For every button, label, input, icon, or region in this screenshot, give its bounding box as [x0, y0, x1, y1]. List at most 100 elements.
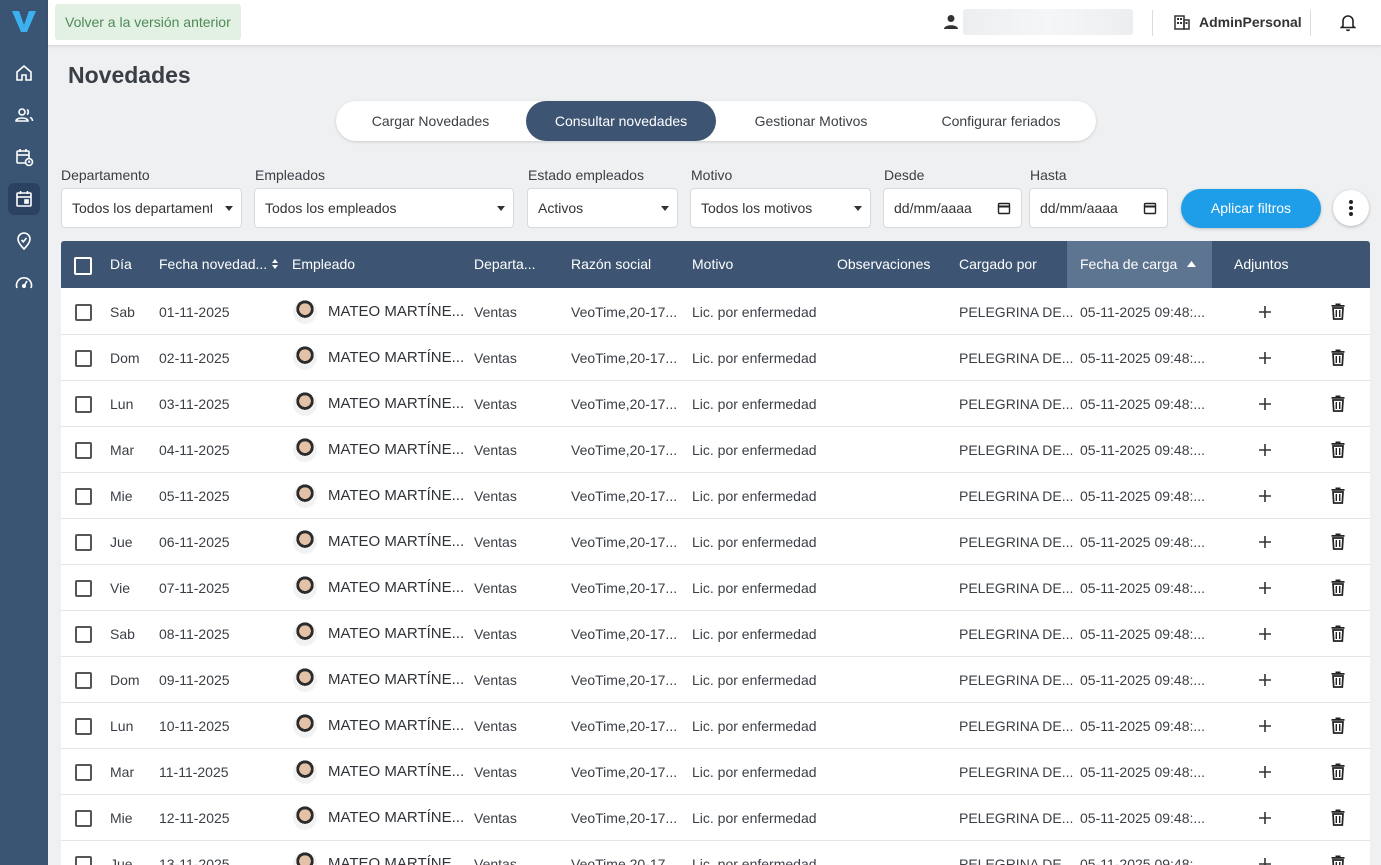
add-attachment-icon[interactable]	[1257, 810, 1273, 826]
add-attachment-icon[interactable]	[1257, 396, 1273, 412]
table-row[interactable]: Mar 11-11-2025 MATEO MARTÍNE... Ventas VeoTi…	[61, 749, 1370, 795]
cell-cargado-por: PELEGRINA DE...	[959, 442, 1074, 458]
add-attachment-icon[interactable]	[1257, 718, 1273, 734]
nav-dashboard[interactable]	[8, 267, 40, 299]
header-empleado[interactable]: Empleado	[292, 241, 355, 288]
table-row[interactable]: Lun 03-11-2025 MATEO MARTÍNE... Ventas VeoTi…	[61, 381, 1370, 427]
row-checkbox[interactable]	[75, 672, 92, 689]
row-checkbox[interactable]	[75, 856, 92, 865]
row-checkbox[interactable]	[75, 488, 92, 505]
table-row[interactable]: Jue 06-11-2025 MATEO MARTÍNE... Ventas VeoTi…	[61, 519, 1370, 565]
cell-fecha: 06-11-2025	[159, 534, 230, 550]
add-attachment-icon[interactable]	[1257, 764, 1273, 780]
row-checkbox[interactable]	[75, 810, 92, 827]
add-attachment-icon[interactable]	[1257, 442, 1273, 458]
header-observaciones[interactable]: Observaciones	[837, 241, 930, 288]
cell-fecha-carga: 05-11-2025 09:48:...	[1080, 580, 1206, 596]
nav-schedule[interactable]	[8, 141, 40, 173]
table-header: Día Fecha novedad... Empleado Departa...…	[61, 241, 1370, 288]
header-cargado-por[interactable]: Cargado por	[959, 241, 1037, 288]
cell-departamento: Ventas	[474, 856, 517, 865]
header-motivo[interactable]: Motivo	[692, 241, 733, 288]
row-checkbox[interactable]	[75, 534, 92, 551]
motivo-select[interactable]: Todos los motivos	[690, 188, 871, 228]
row-checkbox[interactable]	[75, 396, 92, 413]
header-razon-social[interactable]: Razón social	[571, 241, 651, 288]
company-selector[interactable]: AdminPersonal	[1199, 14, 1302, 30]
trash-icon[interactable]	[1330, 486, 1346, 504]
table-row[interactable]: Sab 08-11-2025 MATEO MARTÍNE... Ventas VeoTi…	[61, 611, 1370, 657]
departamento-select[interactable]: Todos los departamentos	[61, 188, 242, 228]
row-checkbox[interactable]	[75, 580, 92, 597]
table-row[interactable]: Vie 07-11-2025 MATEO MARTÍNE... Ventas VeoTi…	[61, 565, 1370, 611]
header-departamento[interactable]: Departa...	[474, 241, 535, 288]
tab-cargar-novedades[interactable]: Cargar Novedades	[336, 101, 525, 141]
trash-icon[interactable]	[1330, 808, 1346, 826]
tab-gestionar-motivos[interactable]: Gestionar Motivos	[716, 101, 906, 141]
trash-icon[interactable]	[1330, 716, 1346, 734]
bell-icon[interactable]	[1338, 12, 1358, 32]
table-row[interactable]: Mar 04-11-2025 MATEO MARTÍNE... Ventas VeoTi…	[61, 427, 1370, 473]
cell-razon-social: VeoTime,20-17...	[571, 764, 678, 780]
cell-departamento: Ventas	[474, 672, 517, 688]
tab-consultar-novedades[interactable]: Consultar novedades	[526, 101, 716, 141]
trash-icon[interactable]	[1330, 348, 1346, 366]
add-attachment-icon[interactable]	[1257, 856, 1273, 865]
nav-users[interactable]	[8, 99, 40, 131]
cell-fecha-carga: 05-11-2025 09:48:...	[1080, 718, 1206, 734]
table-row[interactable]: Dom 09-11-2025 MATEO MARTÍNE... Ventas VeoTi…	[61, 657, 1370, 703]
veotime-logo[interactable]	[9, 6, 39, 36]
add-attachment-icon[interactable]	[1257, 580, 1273, 596]
cell-empleado: MATEO MARTÍNE...	[328, 763, 465, 780]
table-row[interactable]: Lun 10-11-2025 MATEO MARTÍNE... Ventas VeoTi…	[61, 703, 1370, 749]
select-all-checkbox[interactable]	[74, 257, 92, 275]
back-to-previous-version-button[interactable]: Volver a la versión anterior	[55, 4, 241, 40]
row-checkbox[interactable]	[75, 626, 92, 643]
row-checkbox[interactable]	[75, 442, 92, 459]
hasta-value: dd/mm/aaaa	[1040, 200, 1118, 216]
add-attachment-icon[interactable]	[1257, 304, 1273, 320]
calendar-icon[interactable]	[1143, 201, 1157, 215]
table-row[interactable]: Mie 12-11-2025 MATEO MARTÍNE... Ventas VeoTi…	[61, 795, 1370, 841]
row-checkbox[interactable]	[75, 304, 92, 321]
empleados-select[interactable]: Todos los empleados	[254, 188, 514, 228]
trash-icon[interactable]	[1330, 578, 1346, 596]
trash-icon[interactable]	[1330, 762, 1346, 780]
trash-icon[interactable]	[1330, 302, 1346, 320]
tab-configurar-feriados[interactable]: Configurar feriados	[906, 101, 1096, 141]
header-fecha-novedad[interactable]: Fecha novedad...	[159, 241, 279, 288]
estado-select[interactable]: Activos	[527, 188, 678, 228]
trash-icon[interactable]	[1330, 854, 1346, 865]
add-attachment-icon[interactable]	[1257, 672, 1273, 688]
trash-icon[interactable]	[1330, 394, 1346, 412]
trash-icon[interactable]	[1330, 624, 1346, 642]
table-row[interactable]: Sab 01-11-2025 MATEO MARTÍNE... Ventas VeoTi…	[61, 289, 1370, 335]
nav-locations[interactable]	[8, 225, 40, 257]
row-checkbox[interactable]	[75, 764, 92, 781]
user-name[interactable]	[963, 9, 1133, 35]
add-attachment-icon[interactable]	[1257, 350, 1273, 366]
trash-icon[interactable]	[1330, 532, 1346, 550]
table-row[interactable]: Mie 05-11-2025 MATEO MARTÍNE... Ventas VeoTi…	[61, 473, 1370, 519]
more-options-button[interactable]	[1333, 190, 1369, 226]
cell-dia: Sab	[110, 304, 135, 320]
cell-cargado-por: PELEGRINA DE...	[959, 626, 1074, 642]
header-fecha-carga[interactable]: Fecha de carga	[1080, 241, 1197, 288]
hasta-date-input[interactable]: dd/mm/aaaa	[1029, 188, 1168, 228]
nav-home[interactable]	[8, 57, 40, 89]
header-dia[interactable]: Día	[110, 241, 132, 288]
row-checkbox[interactable]	[75, 350, 92, 367]
nav-novedades[interactable]	[8, 183, 40, 215]
desde-date-input[interactable]: dd/mm/aaaa	[883, 188, 1022, 228]
add-attachment-icon[interactable]	[1257, 626, 1273, 642]
calendar-icon[interactable]	[997, 201, 1011, 215]
cell-fecha-carga: 05-11-2025 09:48:...	[1080, 350, 1206, 366]
add-attachment-icon[interactable]	[1257, 488, 1273, 504]
trash-icon[interactable]	[1330, 670, 1346, 688]
trash-icon[interactable]	[1330, 440, 1346, 458]
table-row[interactable]: Dom 02-11-2025 MATEO MARTÍNE... Ventas VeoTi…	[61, 335, 1370, 381]
table-row[interactable]: Jue 13-11-2025 MATEO MARTÍNE... Ventas VeoTi…	[61, 841, 1370, 865]
apply-filters-button[interactable]: Aplicar filtros	[1181, 189, 1321, 228]
add-attachment-icon[interactable]	[1257, 534, 1273, 550]
row-checkbox[interactable]	[75, 718, 92, 735]
